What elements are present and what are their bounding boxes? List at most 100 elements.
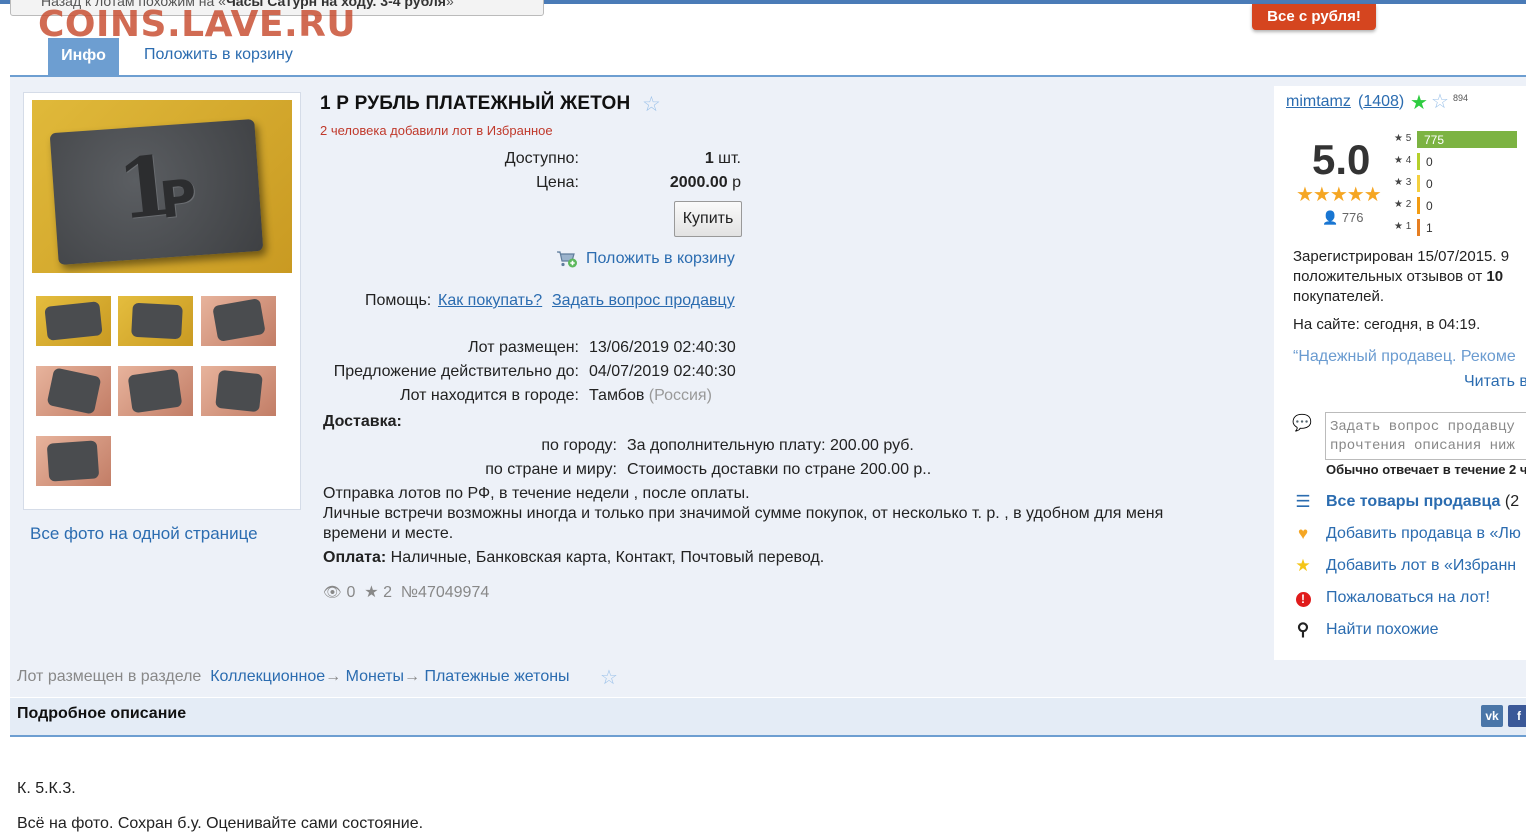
thumbnail-4[interactable] [36, 366, 111, 416]
city-name: Тамбов [589, 387, 645, 404]
seller-name-link[interactable]: mimtamz [1286, 93, 1351, 111]
rating-bar-count-3: 0 [1426, 177, 1433, 191]
tab-info[interactable]: Инфо [48, 38, 119, 76]
lot-title: 1 Р РУБЛЬ ПЛАТЕЖНЫЙ ЖЕТОН [320, 93, 631, 114]
payment-value: Наличные, Банковская карта, Контакт, Поч… [386, 549, 825, 566]
favorites-count: 2 [383, 584, 392, 601]
delivery-city-value: За дополнительную плату: 200.00 руб. [627, 437, 914, 454]
category-coins[interactable]: Монеты [346, 668, 404, 685]
rating-bar-count-5: 775 [1424, 133, 1445, 147]
all-from-ruble-button[interactable]: Все с рубля! [1252, 4, 1376, 30]
eye-icon: 👁 [323, 584, 343, 601]
search-icon: ⚲ [1296, 620, 1310, 639]
thumbnail-6[interactable] [201, 366, 276, 416]
ask-seller-input[interactable]: Задать вопрос продавцу прочтения описани… [1325, 412, 1526, 460]
thumbnail-1[interactable] [36, 296, 111, 346]
available-value: 1 шт. [705, 150, 741, 168]
chat-icon: 💬 [1292, 415, 1312, 432]
city-label: Лот находится в городе: [400, 387, 579, 404]
rating-bar-label-5: ★ 5 [1394, 133, 1412, 144]
valid-until-value: 04/07/2019 02:40:30 [589, 363, 736, 380]
category-favorite-star-icon[interactable]: ☆ [600, 665, 618, 690]
posted-value: 13/06/2019 02:40:30 [589, 339, 736, 356]
category-breadcrumb: Лот размещен в разделе Коллекционное→ Мо… [17, 668, 570, 686]
description-title: Подробное описание [17, 705, 187, 722]
green-star-icon: ★ [1410, 92, 1428, 114]
rating-bar-label-2: ★ 2 [1394, 199, 1412, 210]
registered-line-1: Зарегистрирован 15/07/2015. 9 [1293, 248, 1510, 265]
available-count: 1 [704, 150, 714, 167]
all-goods-label[interactable]: Все товары продавца [1326, 493, 1500, 510]
add-lot-favorite-link[interactable]: Добавить лот в «Избранн [1326, 557, 1516, 575]
favorites-note: 2 человека добавили лот в Избранное [320, 123, 553, 138]
shipping-note-2: Личные встречи возможны иногда и только … [323, 505, 1164, 522]
lot-number: №47049974 [400, 584, 490, 601]
main-lot-photo[interactable]: 1 P [32, 100, 292, 273]
how-to-buy-link[interactable]: Как покупать? [438, 292, 542, 310]
available-unit: шт. [713, 150, 741, 167]
online-status: На сайте: сегодня, в 04:19. [1293, 316, 1481, 333]
description-divider [10, 735, 1526, 737]
rating-stars-icon: ★★★★★ [1296, 184, 1382, 206]
thumbnail-7[interactable] [36, 436, 111, 486]
star-icon: ★ [364, 584, 379, 601]
facebook-share-icon[interactable]: f [1508, 705, 1526, 727]
votes-count: 776 [1341, 210, 1364, 225]
add-to-favorites-star-icon[interactable]: ☆ [642, 92, 661, 117]
registered-number: 10 [1486, 268, 1504, 285]
price-amount: 2000.00 [669, 174, 728, 191]
delivery-world-value: Стоимость доставки по стране 200.00 р.. [627, 461, 932, 478]
valid-until-label: Предложение действительно до: [333, 363, 579, 380]
user-icon: 👤 [1322, 210, 1339, 225]
category-prefix: Лот размещен в разделе [17, 668, 202, 685]
country-name: (Россия) [648, 387, 712, 404]
delivery-world-label: по стране и миру: [485, 461, 617, 478]
rating-votes: 👤 776 [1322, 210, 1364, 226]
all-photos-link[interactable]: Все фото на одной странице [30, 524, 258, 544]
breadcrumb-arrow: → [325, 668, 342, 685]
warning-icon: ! [1293, 588, 1313, 608]
thumbnail-2[interactable] [118, 296, 193, 346]
thumbnail-5[interactable] [118, 366, 193, 416]
registered-line-3: покупателей. [1293, 288, 1385, 305]
reply-time: Обычно отвечает в течение 2 ч [1326, 462, 1526, 477]
price-label: Цена: [536, 174, 579, 191]
rating-bar-4 [1417, 153, 1420, 170]
blue-star-icon: ☆ [1431, 91, 1449, 113]
category-payment-tokens[interactable]: Платежные жетоны [424, 668, 569, 685]
find-similar-link[interactable]: Найти похожие [1326, 621, 1439, 639]
all-seller-goods-link: Все товары продавца (2 [1326, 493, 1519, 511]
review-quote: “Надежный продавец. Рекоме [1293, 348, 1516, 365]
price-value: 2000.00 р [670, 174, 741, 192]
complain-link[interactable]: Пожаловаться на лот! [1326, 589, 1490, 607]
tab-add-to-cart[interactable]: Положить в корзину [144, 46, 293, 64]
payment-line: Оплата: Наличные, Банковская карта, Конт… [323, 549, 824, 567]
rating-bar-label-3: ★ 3 [1394, 177, 1412, 188]
seller-feedback-count: (1408) [1358, 93, 1405, 110]
description-text-1: К. 5.К.3. [17, 780, 76, 797]
rating-bar-label-1: ★ 1 [1394, 221, 1412, 232]
back-link-suffix: » [445, 0, 454, 9]
add-seller-favorite-link[interactable]: Добавить продавца в «Лю [1326, 525, 1521, 543]
rating-bar-label-4: ★ 4 [1394, 155, 1412, 166]
seller-feedback-number[interactable]: 1408 [1363, 93, 1399, 110]
thumbnail-3[interactable] [201, 296, 276, 346]
description-text-2: Всё на фото. Сохран б.у. Оценивайте сами… [17, 815, 424, 832]
read-reviews-link[interactable]: Читать в [1464, 373, 1526, 391]
ask-seller-link[interactable]: Задать вопрос продавцу [552, 292, 735, 310]
registered-line-2: положительных отзывов от 10 [1293, 268, 1503, 285]
add-to-cart-link[interactable]: Положить в корзину [586, 250, 735, 268]
rating-bar-3 [1417, 175, 1420, 192]
rating-bar-count-2: 0 [1426, 199, 1433, 213]
lot-stats: 👁 0 ★ 2 №47049974 [323, 582, 489, 602]
shipping-note-3: времени и месте. [323, 525, 454, 542]
seller-rating: 5.0 [1312, 136, 1371, 183]
category-collectibles[interactable]: Коллекционное [210, 668, 325, 685]
vk-share-icon[interactable]: vk [1481, 705, 1503, 727]
registered-text: положительных отзывов от [1293, 268, 1487, 285]
buy-button[interactable]: Купить [674, 201, 742, 237]
star-icon: ★ [1295, 556, 1311, 575]
views-count: 0 [346, 584, 356, 601]
price-unit: р [727, 174, 741, 191]
breadcrumb-arrow: → [404, 668, 421, 685]
